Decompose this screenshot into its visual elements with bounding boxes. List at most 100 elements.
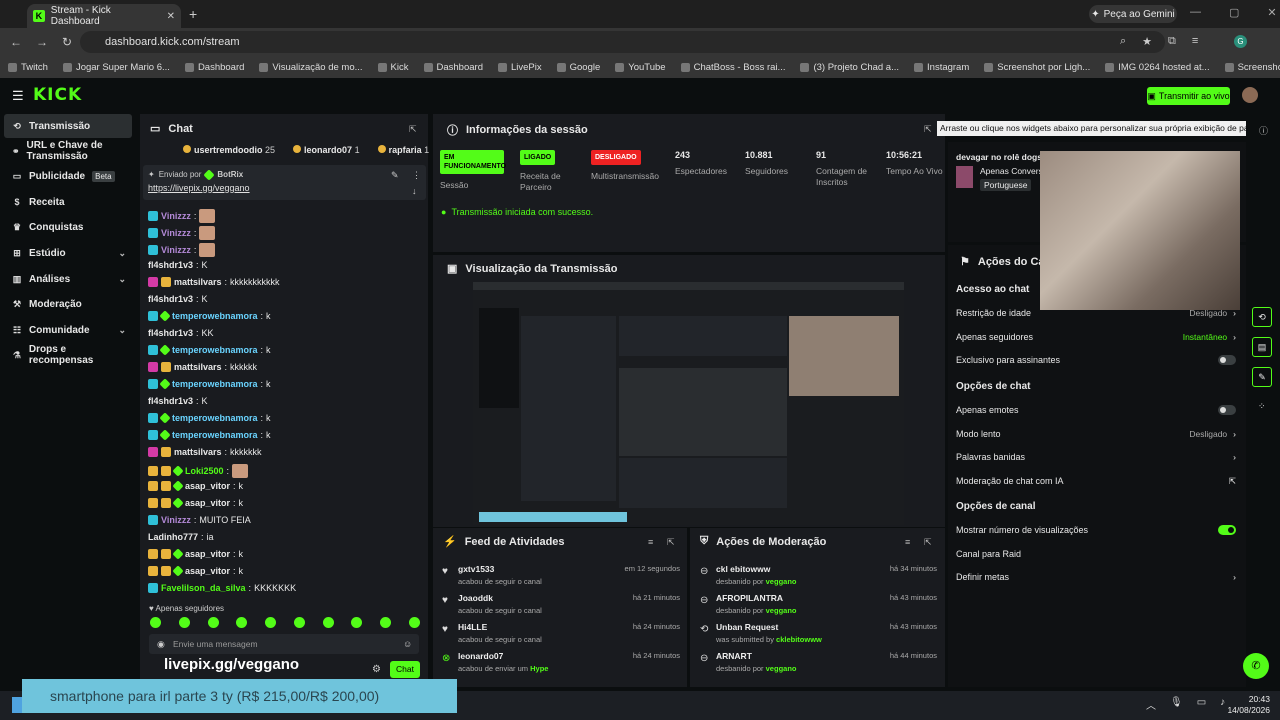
external-link-icon[interactable]: ⇱ <box>1229 476 1236 487</box>
send-chat-button[interactable]: Chat <box>390 661 420 678</box>
taskbar-clock[interactable]: 20:43 14/08/2026 <box>1226 694 1270 716</box>
maximize-icon[interactable]: ▢ <box>1229 6 1239 19</box>
action-row[interactable]: Definir metas › <box>956 572 1236 582</box>
toggle-switch[interactable] <box>1218 525 1236 535</box>
chat-username[interactable]: asap_vitor <box>185 566 230 576</box>
gemini-button[interactable]: ✦ Peça ao Gemini <box>1089 5 1177 23</box>
mic-icon[interactable]: 🎙 <box>1170 697 1183 712</box>
emote-shortcut-icon[interactable] <box>265 617 277 628</box>
sidebar-item-gift[interactable]: ⚗ Drops e recompensas <box>4 343 132 367</box>
sidebar-item-community[interactable]: ☷ Comunidade ⌄ <box>4 318 132 342</box>
action-row[interactable]: Mostrar número de visualizações <box>956 525 1236 535</box>
chat-input[interactable]: Envie uma mensagem <box>149 634 419 654</box>
rail-list-icon[interactable]: ▤ <box>1252 337 1272 357</box>
zoom-icon[interactable]: ⌕ <box>1120 35 1126 48</box>
toggle-switch[interactable] <box>1218 355 1236 365</box>
chat-username[interactable]: fl4shdr1v3 <box>148 294 193 304</box>
bookmark-item[interactable]: YouTube <box>615 62 666 73</box>
chat-username[interactable]: Vinizzz <box>161 211 191 221</box>
rail-tool-icon[interactable]: ✎ <box>1252 367 1272 387</box>
bookmark-item[interactable]: Twitch <box>8 62 48 73</box>
chat-username[interactable]: Vinizzz <box>161 228 191 238</box>
gifter-item[interactable]: rapfaria 1 <box>377 145 429 155</box>
emote-shortcut-icon[interactable] <box>207 617 219 628</box>
rail-widget-icon[interactable]: ⟲ <box>1252 307 1272 327</box>
chat-username[interactable]: Favelilson_da_silva <box>161 583 246 593</box>
close-window-icon[interactable]: ✕ <box>1267 6 1276 19</box>
gifter-item[interactable]: leonardo07 1 <box>293 145 360 155</box>
emote-shortcut-icon[interactable] <box>293 617 305 628</box>
go-live-button[interactable]: ▣ Transmitir ao vivo <box>1147 87 1230 105</box>
chat-username[interactable]: temperowebnamora <box>172 379 258 389</box>
unpin-icon[interactable]: ✎ <box>391 170 399 181</box>
category-thumbnail[interactable] <box>956 166 973 188</box>
rail-drag-icon[interactable]: ⁘ <box>1258 401 1266 412</box>
chat-username[interactable]: Ladinho777 <box>148 532 198 542</box>
forward-icon[interactable]: → <box>36 35 48 49</box>
chat-username[interactable]: asap_vitor <box>185 498 230 508</box>
tray-chevron-icon[interactable]: ︿ <box>1146 697 1156 712</box>
sidebar-item-dollar[interactable]: $ Receita <box>4 190 132 214</box>
chat-username[interactable]: mattsilvars <box>174 447 222 457</box>
chat-username[interactable]: temperowebnamora <box>172 413 258 423</box>
star-icon[interactable]: ★ <box>1142 35 1152 48</box>
kick-logo[interactable]: KICK <box>33 85 82 105</box>
help-chat-icon[interactable]: ✆ <box>1243 653 1269 679</box>
chevron-right-icon[interactable]: › <box>1233 572 1236 582</box>
chat-username[interactable]: Vinizzz <box>161 515 191 525</box>
feed-popout-icon[interactable]: ⇱ <box>667 537 675 548</box>
bookmark-item[interactable]: Dashboard <box>184 62 244 73</box>
chat-username[interactable]: mattsilvars <box>174 362 222 372</box>
back-icon[interactable]: ← <box>10 35 22 49</box>
chat-username[interactable]: fl4shdr1v3 <box>148 328 193 338</box>
extensions-icon[interactable]: ⧉ <box>1168 35 1176 48</box>
chevron-down-icon[interactable]: ⌄ <box>118 248 126 259</box>
browser-tab[interactable]: K Stream - Kick Dashboard ✕ <box>27 4 181 28</box>
sidebar-item-chart[interactable]: ▥ Análises ⌄ <box>4 267 132 291</box>
sidebar-item-trophy[interactable]: ♛ Conquistas <box>4 215 132 239</box>
sidebar-item-studio[interactable]: ⊞ Estúdio ⌄ <box>4 241 132 265</box>
bookmark-item[interactable]: IMG 0264 hosted at... <box>1105 62 1210 73</box>
emote-shortcut-icon[interactable] <box>351 617 363 628</box>
action-row[interactable]: Canal para Raid <box>956 549 1236 559</box>
sidebar-item-hammer[interactable]: ⚒ Moderação <box>4 292 132 316</box>
bookmark-item[interactable]: ChatBoss - Boss rai... <box>680 62 785 73</box>
bookmark-item[interactable]: LivePix <box>497 62 542 73</box>
emote-shortcut-icon[interactable] <box>150 617 161 628</box>
bookmark-item[interactable]: Dashboard <box>423 62 483 73</box>
bookmark-item[interactable]: Google <box>556 62 600 73</box>
volume-icon[interactable]: ♪ <box>1220 697 1225 712</box>
bookmark-item[interactable]: Screenshot por Ligh... <box>984 62 1090 73</box>
chat-username[interactable]: temperowebnamora <box>172 430 258 440</box>
chat-username[interactable]: Vinizzz <box>161 245 191 255</box>
sidebar-item-ads[interactable]: ▭ Publicidade Beta <box>4 164 132 188</box>
bookmark-item[interactable]: (3) Projeto Chad a... <box>800 62 899 73</box>
chat-username[interactable]: asap_vitor <box>185 549 230 559</box>
chat-username[interactable]: temperowebnamora <box>172 345 258 355</box>
network-icon[interactable]: ▭ <box>1197 697 1206 712</box>
chevron-right-icon[interactable]: › <box>1233 452 1236 462</box>
emote-shortcut-icon[interactable] <box>236 617 248 628</box>
toggle-switch[interactable] <box>1218 405 1236 415</box>
action-row[interactable]: Moderação de chat com IA ⇱ <box>956 476 1236 487</box>
stream-category[interactable]: Apenas Conversa <box>980 166 1048 176</box>
action-row[interactable]: Exclusivo para assinantes <box>956 355 1236 365</box>
bookmark-item[interactable]: Jogar Super Mario 6... <box>62 62 170 73</box>
record-icon[interactable]: ◉ <box>157 639 165 650</box>
chat-username[interactable]: fl4shdr1v3 <box>148 260 193 270</box>
collapse-icon[interactable]: ↓ <box>412 186 417 196</box>
new-tab-icon[interactable]: + <box>189 6 197 22</box>
mod-filter-icon[interactable]: ≡ <box>905 537 910 547</box>
close-tab-icon[interactable]: ✕ <box>167 11 175 22</box>
bookmark-item[interactable]: Screenshot por Ligh... <box>1224 62 1280 73</box>
action-row[interactable]: Palavras banidas › <box>956 452 1236 462</box>
chat-username[interactable]: fl4shdr1v3 <box>148 396 193 406</box>
minimize-icon[interactable]: — <box>1190 6 1201 19</box>
action-row[interactable]: Modo lento Desligado › <box>956 429 1236 439</box>
url-input[interactable]: dashboard.kick.com/stream <box>80 31 1165 53</box>
mod-popout-icon[interactable]: ⇱ <box>924 537 932 548</box>
gifter-item[interactable]: usertremdoodio 25 <box>183 145 275 155</box>
chat-username[interactable]: Loki2500 <box>185 466 224 476</box>
media-icon[interactable]: ≡ <box>1192 35 1198 48</box>
chevron-right-icon[interactable]: › <box>1233 332 1236 342</box>
